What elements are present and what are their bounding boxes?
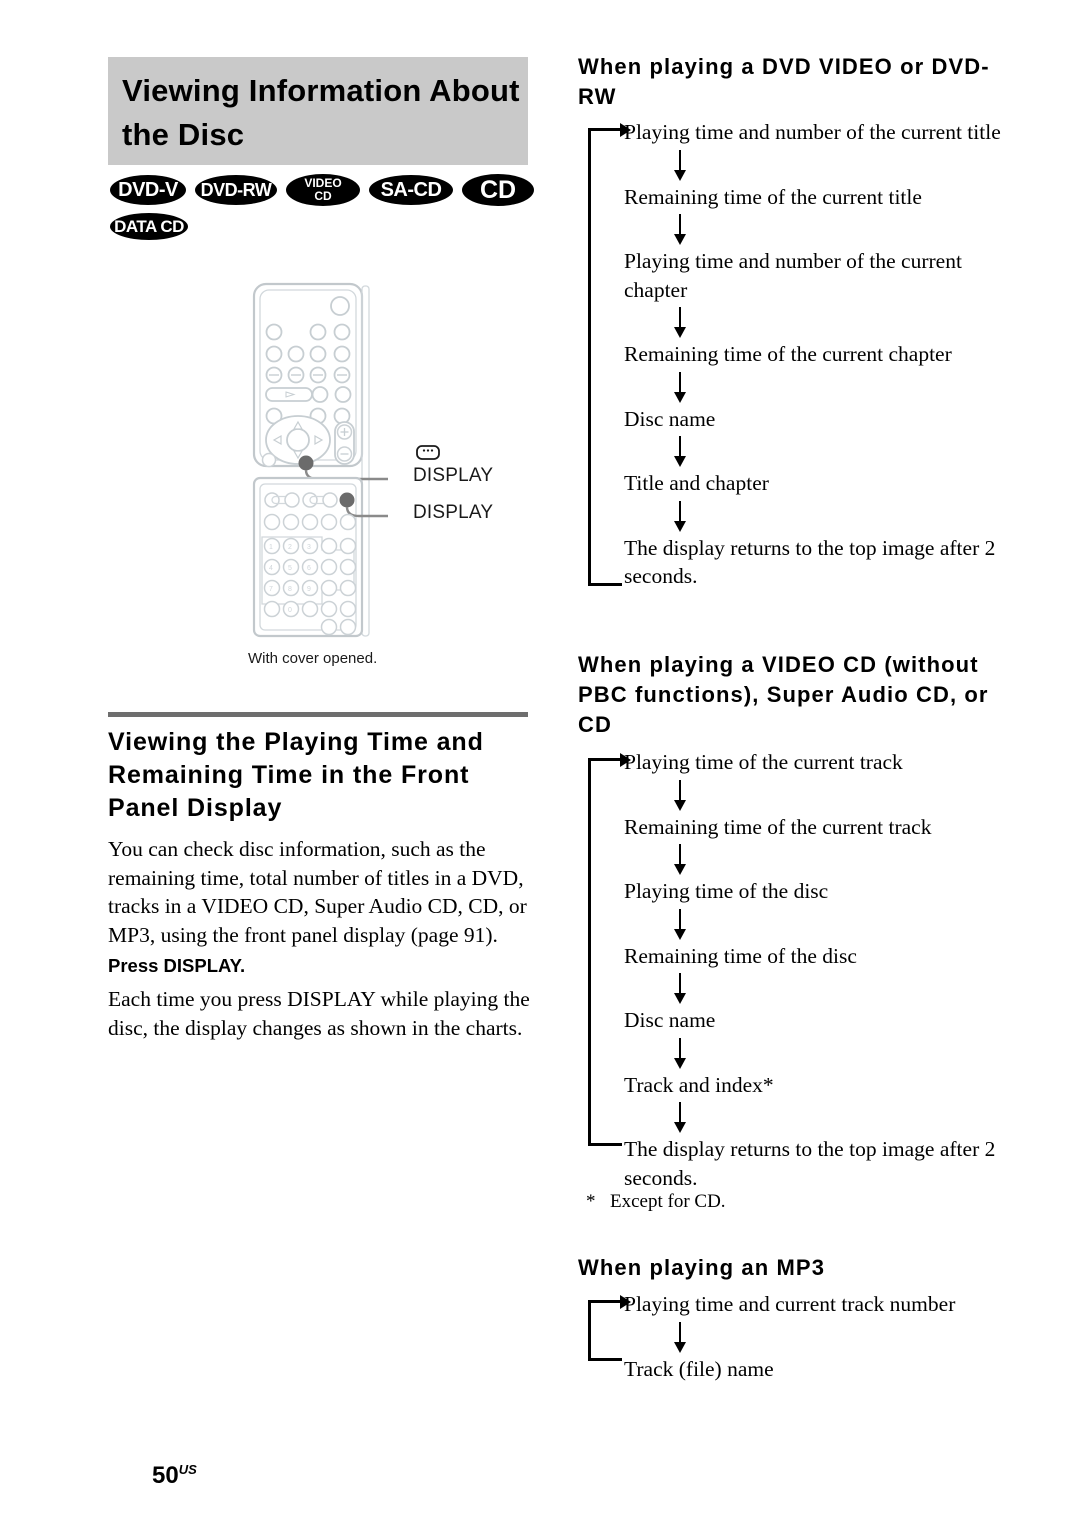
svg-text:7: 7	[269, 586, 273, 593]
flow-step: Playing time and number of the current t…	[624, 120, 1001, 144]
flow-step: Playing time of the disc	[624, 879, 829, 903]
badge-video-cd: VIDEO CD	[286, 174, 360, 206]
flow-step: Playing time of the current track	[624, 750, 903, 774]
heading-mp3: When playing an MP3	[578, 1255, 826, 1280]
flow-step: Title and chapter	[624, 471, 769, 495]
callout-label-display-1: DISPLAY	[413, 465, 494, 486]
flow-step: Remaining time of the current chapter	[624, 342, 952, 366]
svg-text:6: 6	[307, 565, 311, 572]
body-paragraph-2: Each time you press DISPLAY while playin…	[108, 987, 530, 1040]
flow-step: Playing time and number of the current c…	[624, 249, 962, 302]
flowchart-video-cd: Playing time of the current track Remain…	[578, 748, 1038, 1192]
page-number-region: US	[178, 1462, 197, 1477]
flow-step: Remaining time of the current track	[624, 814, 932, 839]
flow-step-return: Track (file) name	[624, 1356, 774, 1381]
flow-arrow-down-icon	[624, 906, 1038, 942]
flowchart-dvd: Playing time and number of the current t…	[578, 118, 1038, 591]
remote-caption: With cover opened.	[248, 650, 378, 667]
badge-dvd-rw: DVD-RW	[195, 175, 277, 205]
flow-arrow-down-icon	[624, 1099, 1038, 1135]
page-title-line-1: Viewing Information About	[122, 73, 520, 108]
section-divider	[108, 712, 528, 717]
manual-page: Viewing Information About the Disc DVD-V…	[0, 0, 1080, 1529]
flow-step-return: The display returns to the top image aft…	[624, 535, 996, 589]
footnote-text: Except for CD.	[610, 1191, 726, 1212]
flow-step: Remaining time of the current title	[624, 184, 922, 209]
page-number: 50US	[152, 1462, 197, 1490]
flow-arrow-down-icon	[624, 970, 1038, 1006]
badge-data-cd: DATA CD	[110, 213, 188, 240]
badge-dvd-v: DVD-V	[110, 175, 186, 205]
page-number-value: 50	[152, 1462, 179, 1489]
badge-row-1: DVD-V DVD-RW VIDEO CD SA-CD CD	[110, 174, 534, 206]
flow-arrow-down-icon	[624, 304, 1038, 340]
flowchart-mp3: Playing time and current track number Tr…	[578, 1290, 1038, 1383]
right-column: When playing a DVD VIDEO or DVD-RW Playi…	[578, 0, 1038, 1529]
flow-step: Remaining time of the disc	[624, 943, 857, 968]
press-display-lead: Press DISPLAY.	[108, 955, 246, 976]
flow-arrow-down-icon	[624, 1035, 1038, 1071]
svg-text:8: 8	[288, 586, 292, 593]
section-heading: Viewing the Playing Time and Remaining T…	[108, 728, 484, 822]
svg-text:1: 1	[269, 544, 273, 551]
badge-cd: CD	[462, 174, 534, 206]
body-paragraph-1: You can check disc information, such as …	[108, 837, 527, 947]
disc-type-badges: DVD-V DVD-RW VIDEO CD SA-CD CD DATA CD	[110, 174, 534, 240]
display-button-icon	[415, 444, 441, 467]
badge-video-cd-line-2: CD	[314, 189, 332, 203]
flow-arrow-down-icon	[624, 498, 1038, 534]
page-title-line-2: the Disc	[122, 117, 245, 152]
flow-arrow-down-icon	[624, 841, 1038, 877]
flow-arrow-down-icon	[624, 777, 1038, 813]
heading-dvd-video: When playing a DVD VIDEO or DVD-RW	[578, 54, 990, 109]
flow-step: Track and index*	[624, 1072, 774, 1097]
svg-text:0: 0	[288, 607, 292, 614]
flow-step: Disc name	[624, 1008, 716, 1032]
left-column: Viewing Information About the Disc DVD-V…	[108, 0, 534, 1529]
svg-text:9: 9	[307, 586, 311, 593]
heading-video-cd: When playing a VIDEO CD (without PBC fun…	[578, 652, 989, 737]
flow-step: Disc name	[624, 406, 716, 431]
flow-step: Playing time and current track number	[624, 1292, 956, 1316]
footnote: * Except for CD.	[586, 1190, 1006, 1214]
flow-arrow-down-icon	[624, 211, 1038, 247]
page-title-banner: Viewing Information About the Disc	[108, 57, 528, 165]
remote-control-svg: .body { fill:#ffffff; stroke:#c2c8cc; st…	[252, 282, 418, 638]
flow-arrow-down-icon	[624, 433, 1038, 469]
svg-text:2: 2	[288, 544, 292, 551]
remote-control-illustration: .body { fill:#ffffff; stroke:#c2c8cc; st…	[248, 282, 418, 642]
svg-text:3: 3	[307, 544, 311, 551]
badge-row-2: DATA CD	[110, 213, 530, 240]
callout-label-display-2: DISPLAY	[413, 502, 494, 523]
svg-text:5: 5	[288, 565, 292, 572]
flow-arrow-down-icon	[624, 1319, 1038, 1355]
badge-sa-cd: SA-CD	[369, 175, 453, 205]
flow-step-return: The display returns to the top image aft…	[624, 1137, 996, 1190]
footnote-marker: *	[586, 1191, 596, 1212]
svg-text:4: 4	[269, 565, 273, 572]
flow-arrow-down-icon	[624, 147, 1038, 183]
flow-arrow-down-icon	[624, 369, 1038, 405]
